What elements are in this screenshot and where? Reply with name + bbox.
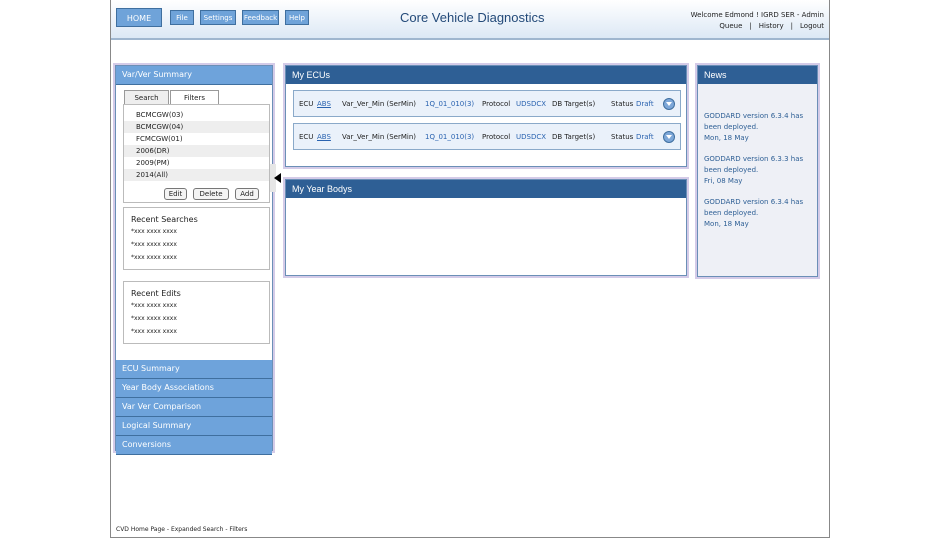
status-label: Status xyxy=(611,133,634,141)
recent-edit-item[interactable]: *xxx xxxx xxxx xyxy=(124,313,269,326)
my-ecus-title: My ECUs xyxy=(286,66,686,84)
list-item[interactable]: 2006(DR) xyxy=(124,145,269,157)
my-year-bodys-title: My Year Bodys xyxy=(286,180,686,198)
news-item[interactable]: GODDARD version 6.3.4 has been deployed.… xyxy=(698,111,817,144)
sidebar-section-ecu-summary[interactable]: ECU Summary xyxy=(116,360,272,379)
protocol-label: Protocol xyxy=(482,133,511,141)
list-item[interactable]: BCMCGW(04) xyxy=(124,121,269,133)
sidebar-section-year-body-associations[interactable]: Year Body Associations xyxy=(116,379,272,398)
db-target-label: DB Target(s) xyxy=(552,100,596,108)
recent-searches: Recent Searches *xxx xxxx xxxx *xxx xxxx… xyxy=(123,207,270,270)
news-date: Mon, 18 May xyxy=(704,134,749,142)
sidebar-section-conversions[interactable]: Conversions xyxy=(116,436,272,455)
chevron-down-icon[interactable] xyxy=(663,131,675,143)
news-headline-line2: been deployed. xyxy=(704,166,759,174)
my-ecus-panel: My ECUs ECU ABS Var_Ver_Min (SerMin) 1Q_… xyxy=(285,65,687,167)
sidebar-section-varver-summary[interactable]: Var/Ver Summary xyxy=(116,66,272,85)
recent-edits: Recent Edits *xxx xxxx xxxx *xxx xxxx xx… xyxy=(123,281,270,344)
welcome-text: Welcome Edmond ! IGRD SER - Admin xyxy=(690,11,824,19)
tab-filters[interactable]: Filters xyxy=(170,90,219,104)
list-item[interactable]: 2009(PM) xyxy=(124,157,269,169)
ecu-label: ECU xyxy=(299,133,314,141)
ecu-value-link[interactable]: ABS xyxy=(317,91,331,118)
logout-link[interactable]: Logout xyxy=(800,22,824,30)
sidebar-section-var-ver-comparison[interactable]: Var Ver Comparison xyxy=(116,398,272,417)
table-row: ECU ABS Var_Ver_Min (SerMin) 1Q_01_010(3… xyxy=(293,123,681,150)
news-date: Fri, 08 May xyxy=(704,177,743,185)
help-button[interactable]: Help xyxy=(285,10,309,25)
tab-search[interactable]: Search xyxy=(124,90,169,104)
news-headline-line1: GODDARD version 6.3.3 has xyxy=(704,155,804,163)
home-button[interactable]: HOME xyxy=(116,8,162,27)
sidebar-section-logical-summary[interactable]: Logical Summary xyxy=(116,417,272,436)
news-item[interactable]: GODDARD version 6.3.3 has been deployed.… xyxy=(698,154,817,187)
varver-label: Var_Ver_Min (SerMin) xyxy=(342,133,416,141)
table-row: ECU ABS Var_Ver_Min (SerMin) 1Q_01_010(3… xyxy=(293,90,681,117)
news-headline-line2: been deployed. xyxy=(704,123,759,131)
list-item[interactable]: BCMCGW(03) xyxy=(124,109,269,121)
status-value[interactable]: Draft xyxy=(636,91,654,118)
varver-value-link[interactable]: 1Q_01_010(3) xyxy=(425,91,474,118)
status-label: Status xyxy=(611,100,634,108)
recent-searches-title: Recent Searches xyxy=(131,215,198,224)
feedback-button[interactable]: Feedback xyxy=(242,10,279,25)
list-item[interactable]: 2014(All) xyxy=(124,169,269,181)
ecu-value-link[interactable]: ABS xyxy=(317,124,331,151)
recent-search-item[interactable]: *xxx xxxx xxxx xyxy=(124,252,269,265)
delete-button[interactable]: Delete xyxy=(193,188,229,200)
file-button[interactable]: File xyxy=(170,10,194,25)
recent-search-item[interactable]: *xxx xxxx xxxx xyxy=(124,239,269,252)
news-title: News xyxy=(698,66,817,84)
news-date: Mon, 18 May xyxy=(704,220,749,228)
collapse-arrow-icon[interactable] xyxy=(274,173,281,183)
app-title: Core Vehicle Diagnostics xyxy=(400,10,545,25)
recent-search-item[interactable]: *xxx xxxx xxxx xyxy=(124,226,269,239)
ecu-label: ECU xyxy=(299,100,314,108)
varver-value-link[interactable]: 1Q_01_010(3) xyxy=(425,124,474,151)
protocol-value[interactable]: UDSDCX xyxy=(516,91,546,118)
varver-label: Var_Ver_Min (SerMin) xyxy=(342,100,416,108)
my-year-bodys-panel: My Year Bodys xyxy=(285,179,687,276)
recent-edits-title: Recent Edits xyxy=(131,289,181,298)
chevron-down-icon[interactable] xyxy=(663,98,675,110)
recent-edit-item[interactable]: *xxx xxxx xxxx xyxy=(124,326,269,339)
status-value[interactable]: Draft xyxy=(636,124,654,151)
history-link[interactable]: History xyxy=(759,22,784,30)
add-button[interactable]: Add xyxy=(235,188,259,200)
news-panel: News GODDARD version 6.3.4 has been depl… xyxy=(697,65,818,277)
page-caption: CVD Home Page - Expanded Search - Filter… xyxy=(116,526,248,533)
settings-button[interactable]: Settings xyxy=(200,10,236,25)
queue-link[interactable]: Queue xyxy=(719,22,742,30)
protocol-value[interactable]: UDSDCX xyxy=(516,124,546,151)
top-links: Queue | History | Logout xyxy=(719,22,824,30)
sidebar-panel: Var/Ver Summary Search Filters BCMCGW(03… xyxy=(115,65,281,455)
recent-edit-item[interactable]: *xxx xxxx xxxx xyxy=(124,300,269,313)
db-target-label: DB Target(s) xyxy=(552,133,596,141)
list-item[interactable]: FCMCGW(01) xyxy=(124,133,269,145)
news-headline-line1: GODDARD version 6.3.4 has xyxy=(704,112,804,120)
edit-button[interactable]: Edit xyxy=(164,188,187,200)
news-item[interactable]: GODDARD version 6.3.4 has been deployed.… xyxy=(698,197,817,230)
protocol-label: Protocol xyxy=(482,100,511,108)
news-headline-line1: GODDARD version 6.3.4 has xyxy=(704,198,804,206)
news-headline-line2: been deployed. xyxy=(704,209,759,217)
header-divider xyxy=(111,38,829,40)
